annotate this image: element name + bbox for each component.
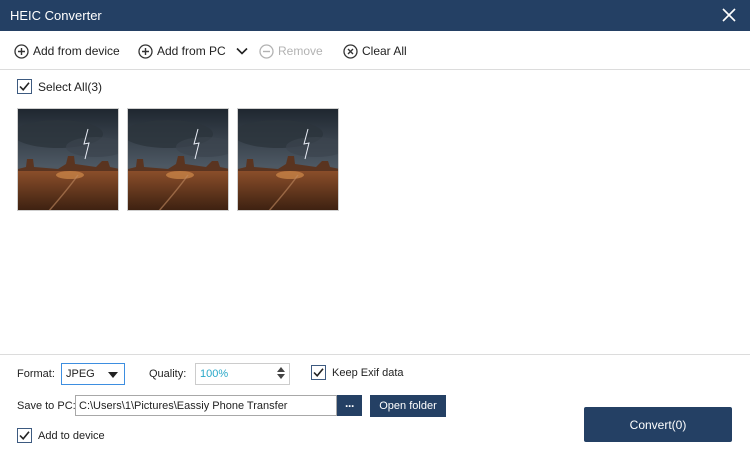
dropdown-caret-icon [108,372,118,378]
remove-button[interactable]: Remove [259,42,323,60]
plus-circle-icon [14,43,29,59]
save-path-value: C:\Users\1\Pictures\Eassiy Phone Transfe… [79,399,288,412]
clear-all-label: Clear All [362,44,407,58]
landscape-photo-icon [238,109,338,210]
landscape-photo-icon [18,109,118,210]
quality-stepper[interactable]: 100% [195,363,290,385]
keep-exif-checkbox[interactable]: Keep Exif data [311,365,404,380]
open-folder-button[interactable]: Open folder [370,395,446,417]
x-circle-icon [343,43,358,59]
plus-circle-icon [138,43,153,59]
add-from-device-label: Add from device [33,44,120,58]
format-select[interactable]: JPEG [61,363,125,385]
add-to-device-checkbox[interactable]: Add to device [17,428,105,443]
arrow-down-icon[interactable] [277,374,285,379]
convert-button[interactable]: Convert(0) [584,407,732,442]
checkbox-checked-icon[interactable] [17,79,32,94]
checkbox-checked-icon[interactable] [17,428,32,443]
quality-value: 100% [200,368,229,380]
add-from-pc-label: Add from PC [157,44,226,58]
image-thumbnail[interactable] [17,108,119,211]
clear-all-button[interactable]: Clear All [343,42,407,60]
window-title: HEIC Converter [10,8,102,23]
toolbar: Add from device Add from PC Remove Clear… [0,31,750,70]
minus-circle-icon [259,43,274,59]
remove-label: Remove [278,44,323,58]
add-to-device-label: Add to device [38,429,105,442]
chevron-down-icon[interactable] [236,47,248,55]
image-thumbnail[interactable] [237,108,339,211]
title-bar: HEIC Converter [0,0,750,31]
save-path-field[interactable]: C:\Users\1\Pictures\Eassiy Phone Transfe… [75,395,337,416]
keep-exif-label: Keep Exif data [332,366,404,379]
image-thumbnail[interactable] [127,108,229,211]
convert-label: Convert(0) [629,417,687,432]
arrow-up-icon[interactable] [277,367,285,372]
browse-button[interactable]: ··· [337,395,362,416]
format-value: JPEG [66,368,95,380]
select-all-checkbox[interactable]: Select All(3) [17,79,102,94]
select-all-label: Select All(3) [38,79,103,94]
browse-label: ··· [345,398,355,413]
quality-label: Quality: [149,368,187,380]
save-to-pc-label: Save to PC: [17,400,76,412]
landscape-photo-icon [128,109,228,210]
image-list [17,108,339,211]
open-folder-label: Open folder [379,400,437,412]
add-from-pc-button[interactable]: Add from PC [138,42,248,60]
format-label: Format: [17,368,55,380]
checkbox-checked-icon[interactable] [311,365,326,380]
add-from-device-button[interactable]: Add from device [14,42,120,60]
spinner-arrows-icon[interactable] [277,367,285,379]
settings-panel: Format: JPEG Quality: 100% Keep Exif dat… [0,354,750,459]
close-icon[interactable] [720,6,738,24]
